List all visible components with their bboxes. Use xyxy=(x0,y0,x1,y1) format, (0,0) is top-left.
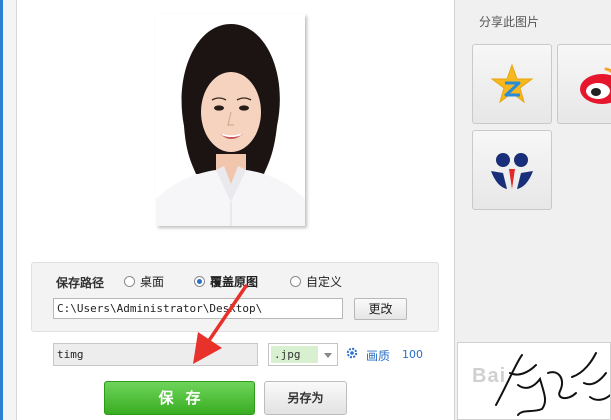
share-qzone-button[interactable] xyxy=(472,44,552,124)
radio-overwrite-circle[interactable] xyxy=(194,276,205,287)
save-path-input[interactable]: C:\Users\Administrator\Desktop\ xyxy=(53,298,343,319)
radio-custom[interactable]: 自定义 xyxy=(290,273,342,290)
save-as-button[interactable]: 另存为 xyxy=(264,381,347,415)
save-path-label: 保存路径 xyxy=(56,276,105,290)
weibo-icon xyxy=(580,67,611,104)
save-button[interactable]: 保存 xyxy=(104,381,255,415)
save-path-panel: 保存路径 桌面 覆盖原图 自定义 C:\Users\Administrator\… xyxy=(31,262,439,332)
radio-custom-label: 自定义 xyxy=(306,275,343,289)
share-panel: 分享此图片 Bai xyxy=(455,0,611,420)
photo-preview xyxy=(156,14,305,226)
share-title: 分享此图片 xyxy=(479,15,540,29)
watermark-text: Bai xyxy=(472,365,507,387)
left-accent-bar xyxy=(0,0,3,420)
share-tencent-weibo-button[interactable] xyxy=(472,130,552,210)
filename-input[interactable]: timg xyxy=(53,343,258,366)
quality-link[interactable]: 画质 xyxy=(366,347,390,364)
gear-icon[interactable] xyxy=(346,347,358,359)
image-thumbnail-preview: Bai xyxy=(457,342,611,420)
radio-desktop-label: 桌面 xyxy=(140,275,165,289)
signature-image xyxy=(495,352,610,416)
radio-desktop[interactable]: 桌面 xyxy=(124,273,164,290)
radio-overwrite-label: 覆盖原图 xyxy=(210,275,259,289)
quality-value: 100 xyxy=(402,348,423,361)
chevron-down-icon[interactable] xyxy=(324,353,332,358)
radio-overwrite-original[interactable]: 覆盖原图 xyxy=(194,273,258,290)
extension-value: .jpg xyxy=(271,346,318,363)
share-weibo-button[interactable] xyxy=(557,44,611,124)
portrait-image xyxy=(156,14,305,226)
radio-desktop-circle[interactable] xyxy=(124,276,135,287)
change-path-button[interactable]: 更改 xyxy=(354,298,407,320)
tencent-weibo-icon xyxy=(491,153,533,189)
qzone-icon xyxy=(490,63,534,104)
extension-select[interactable]: .jpg xyxy=(268,343,338,366)
left-window-edge xyxy=(0,0,17,420)
radio-custom-circle[interactable] xyxy=(290,276,301,287)
